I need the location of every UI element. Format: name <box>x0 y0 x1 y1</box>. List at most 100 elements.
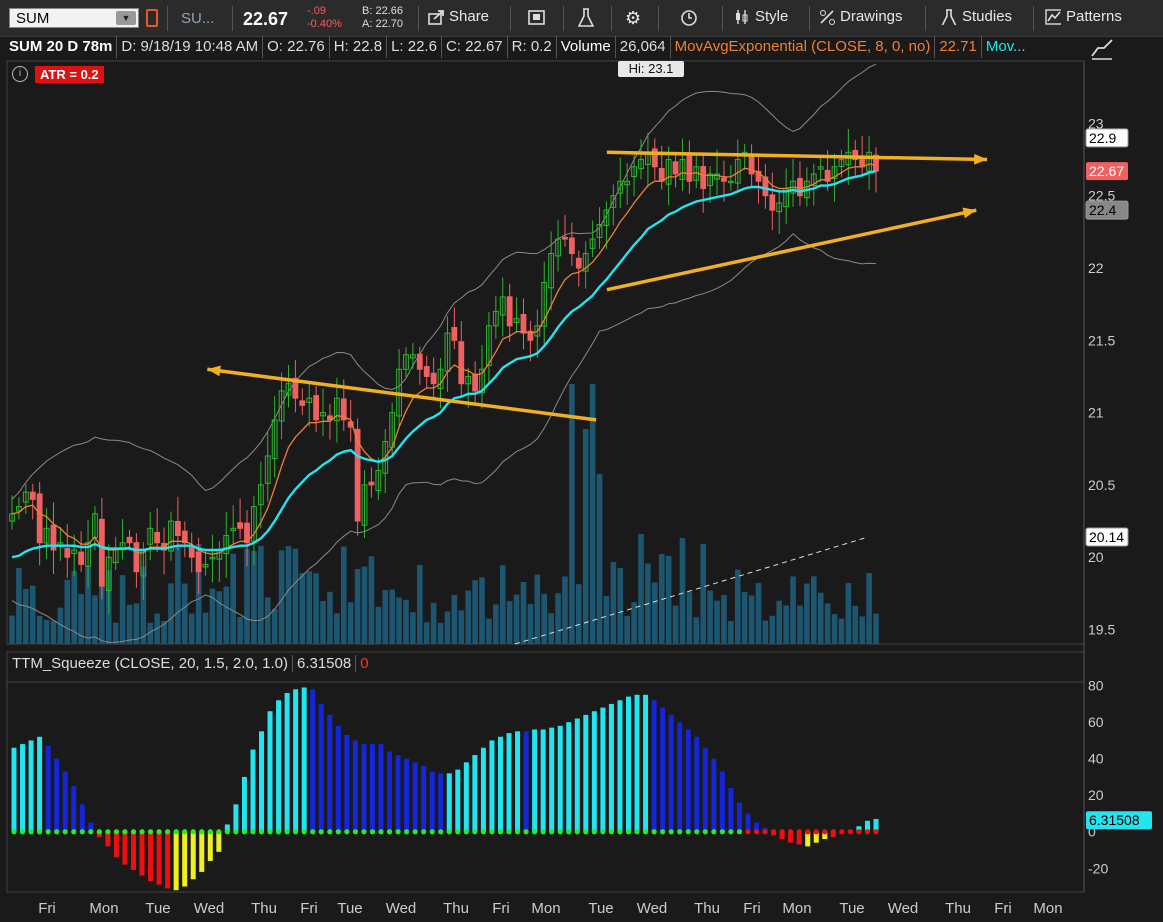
squeeze-study-label[interactable]: TTM_Squeeze (CLOSE, 20, 1.5, 2.0, 1.0) <box>8 655 292 672</box>
volume-bar <box>354 569 361 644</box>
squeeze-dot <box>37 829 43 835</box>
volume-bar <box>85 565 91 644</box>
bar-open: O: 22.76 <box>263 36 330 58</box>
x-tick-label: Thu <box>443 900 469 917</box>
squeeze-dot <box>625 829 632 835</box>
hi-label-group: Hi: 23.1 <box>618 61 684 77</box>
volume-bar <box>92 595 98 644</box>
squeeze-dot <box>190 829 196 835</box>
flask-icon[interactable] <box>578 8 594 28</box>
candle-body <box>16 506 22 512</box>
patterns-button[interactable]: Patterns <box>1045 8 1122 25</box>
candle-body <box>168 520 174 552</box>
symbol-value: SUM <box>16 10 50 27</box>
squeeze-bar <box>557 725 563 832</box>
volume-bar <box>43 619 50 644</box>
candle-body <box>776 202 783 213</box>
chart-settings-icon[interactable] <box>1090 38 1114 60</box>
volume-bar <box>527 604 534 644</box>
squeeze-dot <box>702 829 708 835</box>
volume-bar <box>721 595 727 644</box>
candle-body <box>209 556 216 560</box>
link-lock-icon[interactable] <box>146 9 158 27</box>
volume-bar <box>797 605 803 644</box>
squeeze-dot <box>139 829 145 835</box>
x-tick-label: Mon <box>1033 900 1062 917</box>
volume-bar <box>202 612 209 644</box>
ema-study-label[interactable]: MovAvgExponential (CLOSE, 8, 0, no) <box>671 36 936 58</box>
clock-icon[interactable] <box>680 9 698 27</box>
squeeze-dot <box>335 829 341 835</box>
squeeze-bar <box>643 694 649 832</box>
volume-bar <box>486 618 492 644</box>
settings-gear-icon[interactable]: ⚙ <box>625 8 641 29</box>
drawings-button[interactable]: Drawings <box>819 8 903 25</box>
squeeze-dot <box>378 829 384 835</box>
price-tick-label: 23 <box>1088 115 1104 131</box>
volume-bar <box>292 548 299 644</box>
squeeze-dot <box>79 829 85 835</box>
squeeze-bar <box>335 725 341 832</box>
candle-body <box>617 180 624 194</box>
squeeze-dot <box>267 829 273 835</box>
candle-body <box>651 148 658 168</box>
volume-bar <box>824 603 831 644</box>
candle-body <box>9 513 15 522</box>
studies-button[interactable]: Studies <box>941 8 1012 25</box>
volume-bar <box>513 594 520 644</box>
candle-body <box>216 549 223 560</box>
x-tick-label: Wed <box>386 900 417 917</box>
squeeze-bar <box>608 703 614 832</box>
squeeze-bar <box>762 828 768 832</box>
volume-bar <box>133 603 140 644</box>
notes-icon[interactable] <box>528 10 546 26</box>
volume-bar <box>790 576 796 644</box>
volume-bar <box>161 620 167 644</box>
candle-body <box>783 187 790 208</box>
candle-body <box>596 224 603 238</box>
second-ma-label[interactable]: Mov... <box>982 36 1030 58</box>
trend-arrow-head <box>962 207 977 219</box>
moving-averages <box>11 163 877 559</box>
squeeze-dot <box>293 829 299 835</box>
squeeze-dot <box>770 829 777 835</box>
separator <box>1033 6 1034 31</box>
volume-bar <box>195 544 202 644</box>
candle-body <box>741 151 748 156</box>
symbol-input[interactable]: SUM ▼ <box>9 8 139 28</box>
price-label-box <box>1086 162 1128 181</box>
symbol-dropdown-icon[interactable]: ▼ <box>116 11 136 25</box>
squeeze-dot <box>113 829 120 835</box>
candle-body <box>257 484 264 506</box>
squeeze-bar <box>617 700 623 832</box>
style-button[interactable]: Style <box>734 8 788 25</box>
squeeze-bar <box>634 694 640 832</box>
info-icon[interactable]: i <box>12 66 28 82</box>
squeeze-bar <box>122 831 128 865</box>
volume-bar <box>603 596 610 644</box>
candle-body <box>361 484 368 526</box>
volume-bar <box>769 615 776 644</box>
candle-body <box>50 524 57 551</box>
volume-bar <box>347 602 354 644</box>
candle-body <box>396 368 402 417</box>
squeeze-bar <box>497 736 503 832</box>
candle-body <box>645 151 651 166</box>
chart-canvas[interactable]: 19.5 20 20.5 21 21.5 22 22.5 2322.9 22.67 22.4 20.… <box>0 0 1163 922</box>
squeeze-dot <box>591 829 597 835</box>
x-tick-label: Fri <box>38 900 56 917</box>
volume-bar <box>57 607 64 644</box>
volume-bar <box>479 577 485 644</box>
x-tick-label: Thu <box>945 900 971 917</box>
separator <box>611 6 612 31</box>
share-button[interactable]: Share <box>428 8 489 25</box>
squeeze-bar <box>327 714 333 832</box>
candle-body <box>866 151 872 172</box>
squeeze-bar <box>591 711 597 832</box>
squeeze-bar <box>165 831 171 889</box>
candle-body <box>603 209 610 226</box>
squeeze-bar <box>549 727 555 832</box>
volume-bar <box>216 591 223 644</box>
volume-bar <box>506 601 513 644</box>
candle-body <box>423 366 430 377</box>
